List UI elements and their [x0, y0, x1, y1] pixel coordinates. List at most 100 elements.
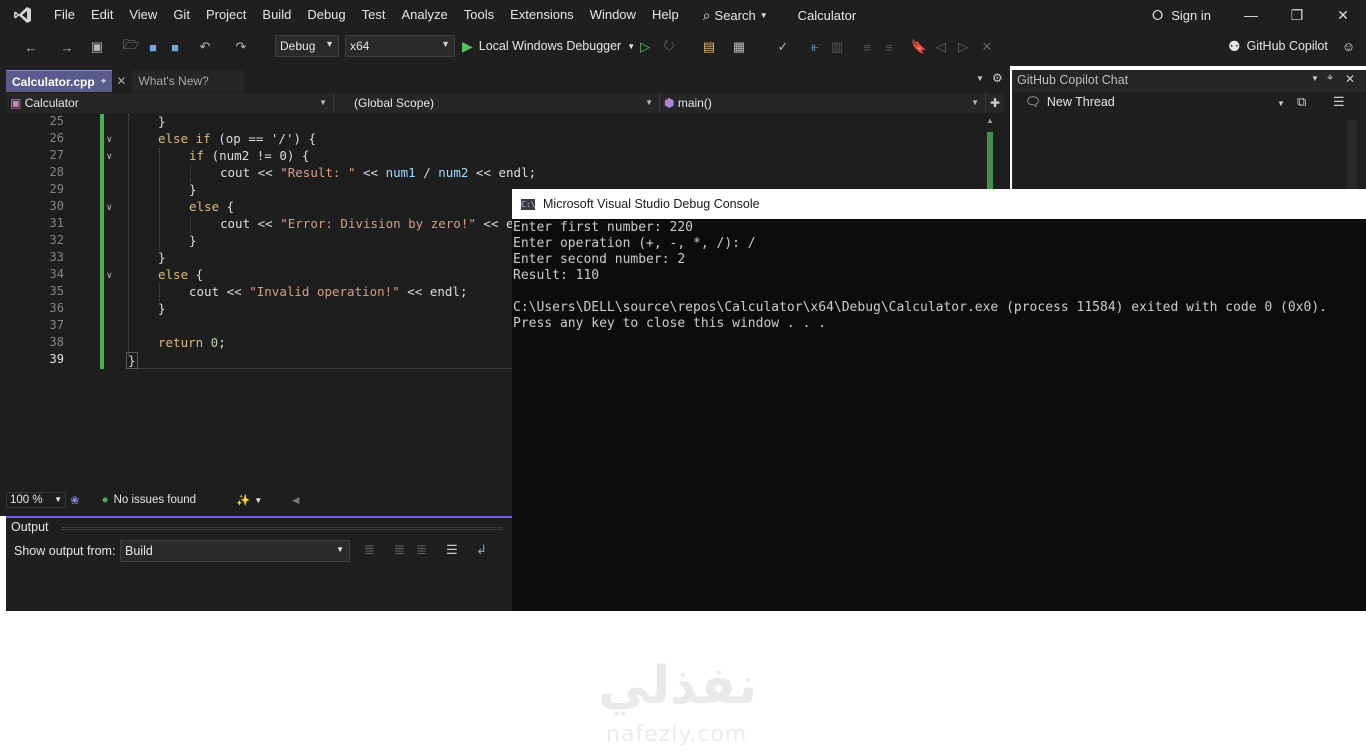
spell-check-icon[interactable]: ✓ [774, 38, 792, 56]
forward-icon[interactable]: → [58, 38, 76, 56]
hot-reload-icon[interactable]: ⭮ [660, 37, 678, 56]
scrollbar-thumb[interactable] [987, 132, 993, 192]
solution-configuration-select[interactable]: Debug ▼ [275, 35, 339, 57]
member-name: main() [677, 96, 712, 110]
menu-window[interactable]: Window [582, 0, 644, 30]
code-line-27: if (num2 != 0) { [189, 148, 309, 163]
code-token: { [219, 199, 235, 214]
chevron-down-icon[interactable]: ▼ [1311, 74, 1319, 83]
back-icon[interactable]: ← [22, 38, 40, 56]
step-icon[interactable]: ⫦ [806, 38, 824, 56]
close-icon[interactable]: ✕ [1345, 72, 1355, 86]
chevron-down-icon: ▼ [759, 10, 768, 20]
intellicode-icon[interactable]: ❀ [70, 493, 80, 507]
thread-selector[interactable]: 🗨 New Thread [1025, 95, 1115, 110]
copilot-chat-panel: GitHub Copilot Chat ▼ ⌖ ✕ 🗨 New Thread ▼… [1012, 70, 1366, 190]
tab-label: What's New? [138, 74, 209, 88]
pane-grip[interactable] [62, 527, 502, 530]
save-icon[interactable]: ■ [144, 38, 162, 56]
open-folder-icon[interactable]: 🗁 [122, 37, 140, 56]
restore-button[interactable]: ❐ [1274, 0, 1320, 30]
compare-icon[interactable]: ▥ [828, 38, 846, 56]
close-icon: ✕ [116, 74, 127, 88]
menu-build[interactable]: Build [254, 0, 299, 30]
cleanup-icon[interactable]: ✨ [236, 493, 250, 507]
start-without-debugging-icon[interactable]: ▷ [636, 38, 654, 56]
search-button[interactable]: ⌕ Search ▼ [703, 7, 768, 24]
github-copilot-button[interactable]: ⚉ GitHub Copilot ☺ [1228, 35, 1355, 57]
tab-calculator-cpp[interactable]: Calculator.cpp ⌖ [6, 70, 113, 93]
member-dropdown[interactable]: ⬢ main() ▼ [660, 93, 986, 113]
menu-file[interactable]: File [46, 0, 83, 30]
console-line: Press any key to close this window . . . [513, 316, 827, 331]
project-dropdown[interactable]: ▣ Calculator ▼ [6, 93, 334, 113]
chevron-down-icon[interactable]: ▼ [1277, 99, 1285, 108]
fold-toggle-icon[interactable]: ∨ [106, 202, 113, 213]
prev-bookmark-icon[interactable]: ◁ [932, 38, 950, 56]
visual-studio-logo-icon[interactable] [0, 0, 46, 30]
next-bookmark-icon[interactable]: ▷ [954, 38, 972, 56]
pin-icon[interactable]: ⌖ [101, 71, 107, 93]
settings-gear-icon[interactable]: ⚙ [992, 71, 1003, 85]
code-token: num1 [385, 165, 416, 180]
fold-toggle-icon[interactable]: ∨ [106, 134, 113, 145]
chevron-down-icon[interactable]: ▼ [254, 496, 262, 505]
prev-message-icon[interactable]: ≣ [394, 542, 405, 558]
minimize-button[interactable]: — [1228, 0, 1274, 30]
solution-explorer-icon[interactable]: ▤ [700, 38, 718, 56]
indent-guide [128, 114, 129, 356]
pin-icon[interactable]: ⌖ [1327, 72, 1333, 85]
bookmark-icon[interactable]: 🔖 [910, 38, 928, 56]
code-token: endl; [498, 165, 537, 180]
indent-icon[interactable]: ≡ [880, 38, 898, 56]
redo-icon[interactable]: ↷ [232, 38, 250, 56]
code-token: (op == '/') { [210, 131, 317, 146]
save-all-icon[interactable]: ■ [166, 38, 184, 56]
output-source-select[interactable]: Build ▼ [120, 540, 350, 562]
word-wrap-icon[interactable]: ↲ [476, 542, 487, 558]
start-debugging-button[interactable]: ▶ Local Windows Debugger ▼ [462, 35, 635, 57]
sign-in-button[interactable]: ⭘ Sign in [1152, 0, 1211, 30]
menu-analyze[interactable]: Analyze [393, 0, 455, 30]
menu-tools[interactable]: Tools [456, 0, 502, 30]
next-message-icon[interactable]: ≣ [416, 542, 427, 558]
scope-dropdown[interactable]: (Global Scope) ▼ [334, 93, 660, 113]
console-title-bar[interactable]: C:\ Microsoft Visual Studio Debug Consol… [512, 189, 1366, 219]
code-token: if [195, 131, 211, 146]
solution-platform-select[interactable]: x64 ▼ [345, 35, 455, 57]
menu-view[interactable]: View [121, 0, 165, 30]
code-token: } [158, 114, 166, 129]
scroll-up-icon[interactable]: ▲ [986, 116, 994, 125]
fold-toggle-icon[interactable]: ∨ [106, 270, 113, 281]
menu-git[interactable]: Git [165, 0, 198, 30]
menu-edit[interactable]: Edit [83, 0, 121, 30]
close-window-button[interactable]: ✕ [1320, 0, 1366, 30]
split-icon[interactable]: ✚ [986, 93, 1004, 113]
issues-status[interactable]: No issues found [114, 494, 196, 506]
fold-toggle-icon[interactable]: ∨ [106, 151, 113, 162]
find-message-icon[interactable]: ≣ [364, 542, 375, 558]
chevron-down-icon: ▼ [441, 39, 450, 49]
menu-test[interactable]: Test [354, 0, 394, 30]
copilot-scrollbar[interactable] [1347, 120, 1357, 188]
layout-icon[interactable]: ▦ [730, 38, 748, 56]
new-thread-icon[interactable]: ⧉ [1297, 94, 1306, 110]
tab-close-button[interactable]: ✕ [112, 70, 132, 92]
code-token: ; [218, 335, 226, 350]
code-token: << [250, 165, 281, 180]
undo-icon[interactable]: ↶ [196, 38, 214, 56]
console-line: Enter operation (+, -, *, /): / [513, 236, 756, 251]
tab-whats-new[interactable]: What's New? [132, 70, 245, 92]
menu-debug[interactable]: Debug [299, 0, 353, 30]
tab-list-dropdown-icon[interactable]: ▼ [976, 74, 984, 83]
delete-thread-icon[interactable]: ☰ [1333, 94, 1345, 110]
new-item-icon[interactable]: ▣ [88, 38, 106, 56]
zoom-select[interactable]: 100 % ▼ [6, 492, 66, 508]
scroll-left-icon[interactable]: ◀ [292, 495, 299, 506]
outdent-icon[interactable]: ≡ [858, 38, 876, 56]
clear-all-icon[interactable]: ☰ [446, 542, 458, 558]
menu-help[interactable]: Help [644, 0, 687, 30]
menu-project[interactable]: Project [198, 0, 254, 30]
clear-bookmarks-icon[interactable]: ✕ [978, 38, 996, 56]
menu-extensions[interactable]: Extensions [502, 0, 582, 30]
